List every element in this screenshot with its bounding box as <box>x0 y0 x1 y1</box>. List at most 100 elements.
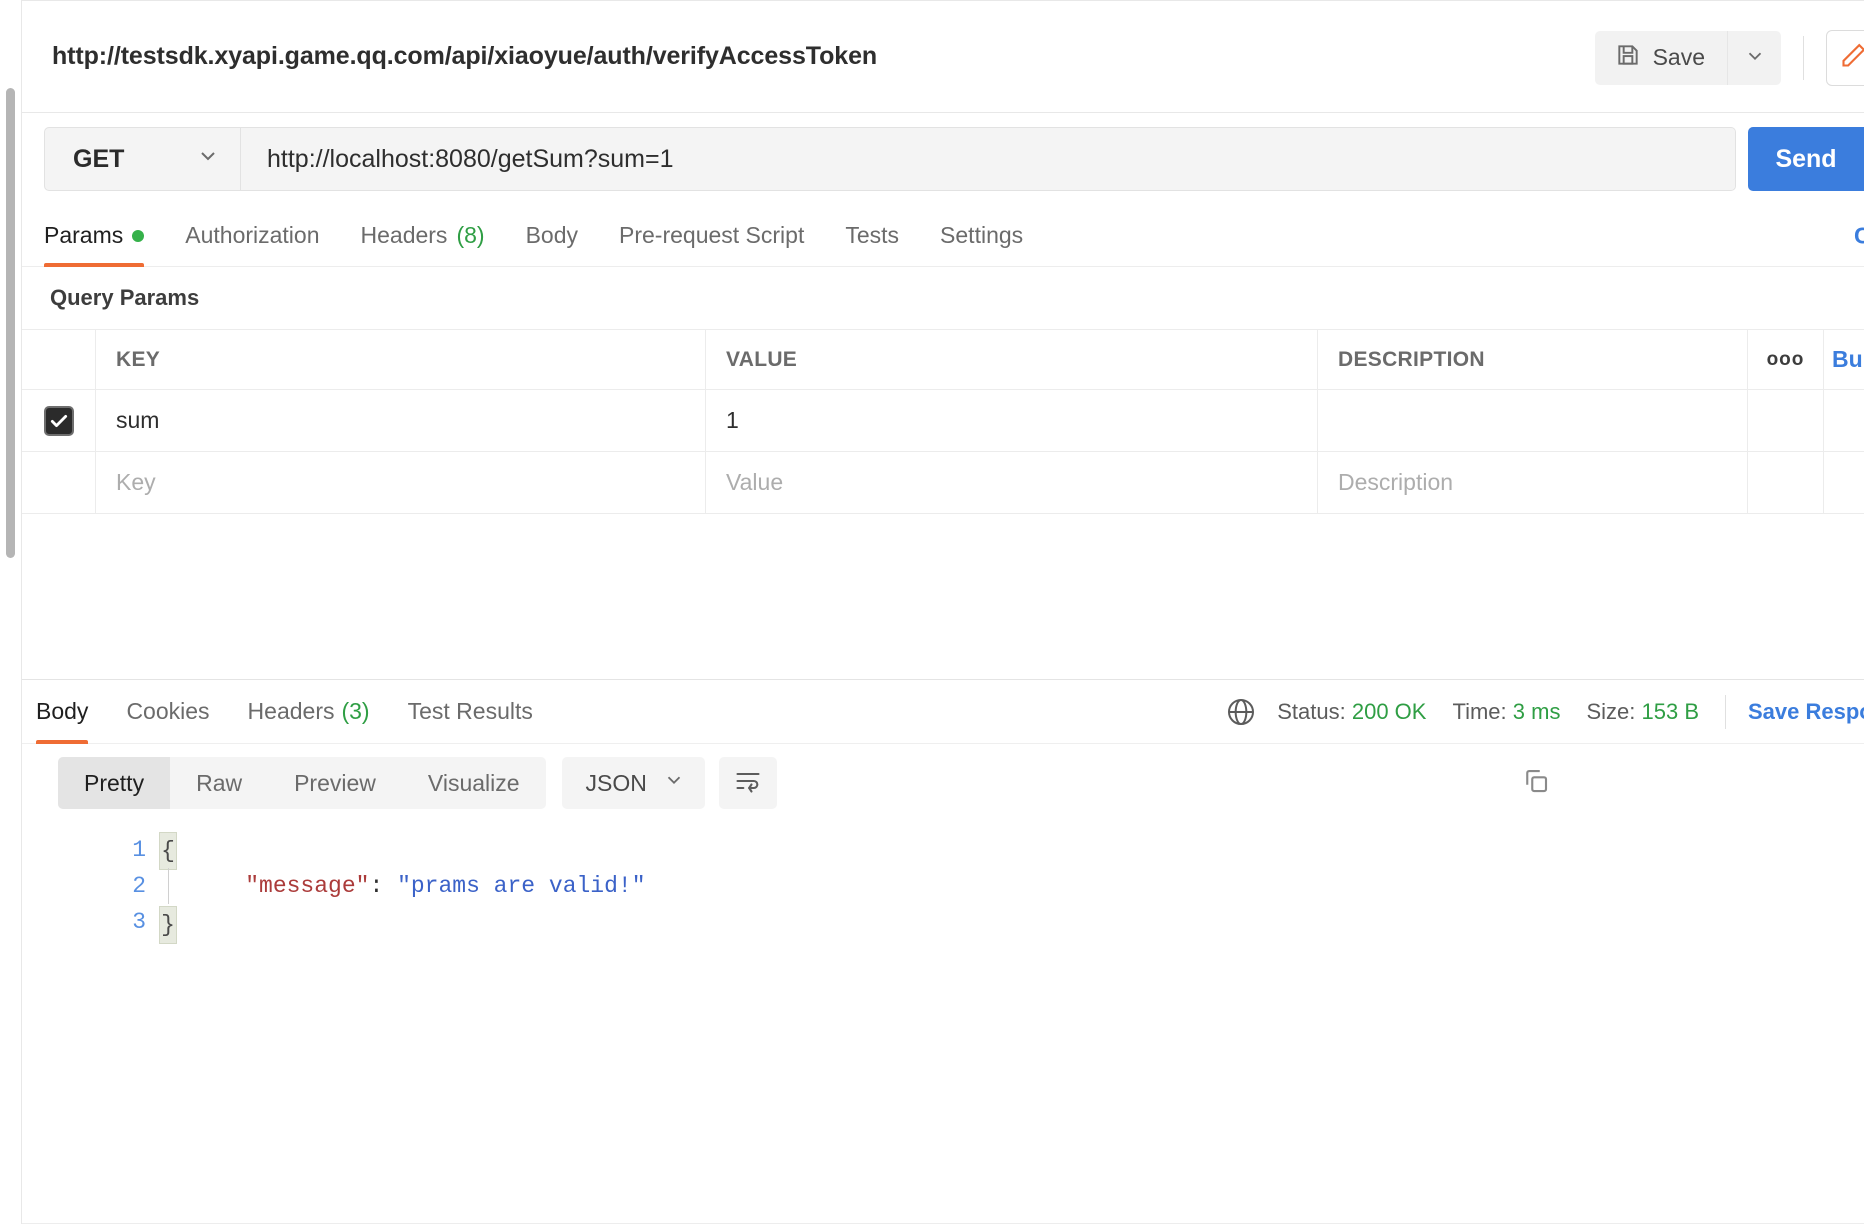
table-row-new: Key Value Description <box>22 452 1864 514</box>
new-row-key-input[interactable]: Key <box>96 452 706 513</box>
column-header-description: DESCRIPTION <box>1338 347 1485 371</box>
view-pretty-button[interactable]: Pretty <box>58 757 171 809</box>
fold-guide-line <box>168 868 169 904</box>
tab-authorization[interactable]: Authorization <box>185 205 319 267</box>
tab-params[interactable]: Params <box>44 205 145 267</box>
status-value: 200 OK <box>1351 699 1427 724</box>
response-language-value: JSON <box>585 769 647 796</box>
row-description-input[interactable] <box>1318 390 1748 451</box>
response-tab-headers-count: (3) <box>341 698 370 724</box>
response-format-bar: Pretty Raw Preview Visualize JSON <box>22 744 1864 822</box>
request-body-empty-area <box>22 514 1864 679</box>
line-number: 2 <box>132 873 146 899</box>
chevron-down-icon <box>196 144 220 175</box>
params-modified-dot-icon <box>132 229 145 242</box>
tab-headers-label: Headers <box>360 222 448 248</box>
response-tab-body-label: Body <box>36 698 89 724</box>
column-header-key: KEY <box>116 347 161 371</box>
row-key-input[interactable]: sum <box>96 390 706 451</box>
response-view-segmented-control: Pretty Raw Preview Visualize <box>58 757 546 809</box>
status-label: Status: <box>1277 699 1346 724</box>
copy-response-button[interactable] <box>1514 763 1558 803</box>
url-bar-row: GET Send <box>22 113 1864 205</box>
http-method-select[interactable]: GET <box>45 128 241 190</box>
tab-authorization-label: Authorization <box>185 222 320 248</box>
response-tab-test-results-label: Test Results <box>407 698 533 724</box>
view-visualize-button[interactable]: Visualize <box>402 757 546 809</box>
new-row-bulk-cell <box>1824 452 1864 513</box>
view-raw-button[interactable]: Raw <box>170 757 268 809</box>
url-input[interactable] <box>241 128 1735 190</box>
save-response-link[interactable]: Save Response <box>1748 699 1864 725</box>
code-line-2: "message": "prams are valid!" <box>190 868 646 904</box>
fold-brace-close: } <box>159 906 177 944</box>
json-value: "prams are valid!" <box>397 873 646 899</box>
page-title: http://testsdk.xyapi.game.qq.com/api/xia… <box>52 42 878 70</box>
tab-tests[interactable]: Tests <box>845 205 899 267</box>
code-content: "message": "prams are valid!" <box>190 832 646 1223</box>
response-meta: Status: 200 OK Time: 3 ms Size: 153 B Sa… <box>1225 680 1864 744</box>
json-key: "message" <box>245 873 370 899</box>
floppy-disk-icon <box>1615 42 1641 74</box>
word-wrap-button[interactable] <box>718 757 777 809</box>
view-preview-button[interactable]: Preview <box>268 757 402 809</box>
pencil-icon <box>1840 41 1864 74</box>
header-cell-checkbox <box>22 330 96 389</box>
status-badge: Status: 200 OK <box>1277 699 1426 725</box>
tab-settings[interactable]: Settings <box>940 205 1023 267</box>
tab-body[interactable]: Body <box>526 205 578 267</box>
size-label: Size: <box>1586 699 1636 724</box>
new-row-description-input[interactable]: Description <box>1318 452 1748 513</box>
row-value-input[interactable]: 1 <box>706 390 1318 451</box>
save-button[interactable]: Save <box>1594 30 1727 85</box>
response-pane: Body Cookies Headers (3) Test Results St… <box>22 679 1864 1224</box>
response-body-code[interactable]: 1 2 3 { } "message": "prams are valid!" <box>22 822 1864 1223</box>
chevron-down-icon <box>1744 45 1766 70</box>
tab-pre-request-script-label: Pre-request Script <box>619 222 805 248</box>
json-colon: : <box>369 873 398 899</box>
response-tab-test-results[interactable]: Test Results <box>408 680 533 744</box>
globe-icon <box>1225 696 1257 728</box>
response-tab-headers[interactable]: Headers (3) <box>248 680 370 744</box>
size-badge: Size: 153 B <box>1586 699 1699 725</box>
time-badge: Time: 3 ms <box>1452 699 1560 725</box>
tab-tests-label: Tests <box>845 222 900 248</box>
tab-pre-request-script[interactable]: Pre-request Script <box>619 205 804 267</box>
table-row: sum 1 <box>22 390 1864 452</box>
request-tab-bar: Params Authorization Headers (8) Body Pr… <box>22 205 1864 267</box>
row-checkbox[interactable] <box>43 405 74 436</box>
header-divider <box>1803 35 1804 80</box>
url-bar: GET <box>44 127 1736 191</box>
table-options-icon[interactable]: ooo <box>1767 349 1805 371</box>
save-button-label: Save <box>1652 44 1705 70</box>
cookies-link[interactable]: Cookies <box>1854 222 1864 249</box>
row-bulk-cell <box>1824 390 1864 451</box>
tab-headers[interactable]: Headers (8) <box>361 205 485 267</box>
new-row-checkbox-cell <box>22 452 96 513</box>
time-value: 3 ms <box>1512 699 1561 724</box>
vertical-scrollbar[interactable] <box>6 88 15 558</box>
tab-params-label: Params <box>44 222 124 248</box>
table-header-row: KEY VALUE DESCRIPTION ooo Bulk Edit <box>22 330 1864 390</box>
request-header: http://testsdk.xyapi.game.qq.com/api/xia… <box>22 0 1864 113</box>
line-number: 3 <box>132 909 146 935</box>
tab-headers-count: (8) <box>456 222 485 248</box>
bulk-edit-link[interactable]: Bulk Edit <box>1824 330 1864 389</box>
code-fold-column[interactable]: { } <box>146 832 190 1223</box>
tab-settings-label: Settings <box>940 222 1024 248</box>
line-number: 1 <box>132 837 146 863</box>
fold-brace-open: { <box>159 832 177 870</box>
response-tab-headers-label: Headers <box>247 698 335 724</box>
save-dropdown-button[interactable] <box>1727 30 1781 85</box>
request-pane: http://testsdk.xyapi.game.qq.com/api/xia… <box>22 0 1864 1224</box>
new-row-value-input[interactable]: Value <box>706 452 1318 513</box>
response-language-select[interactable]: JSON <box>561 757 705 809</box>
edit-request-button[interactable] <box>1826 29 1864 86</box>
query-params-table: KEY VALUE DESCRIPTION ooo Bulk Edit sum … <box>22 329 1864 514</box>
chevron-down-icon <box>663 769 685 797</box>
response-tab-body[interactable]: Body <box>36 680 89 744</box>
response-tab-cookies[interactable]: Cookies <box>126 680 209 744</box>
send-button[interactable]: Send <box>1748 127 1864 191</box>
